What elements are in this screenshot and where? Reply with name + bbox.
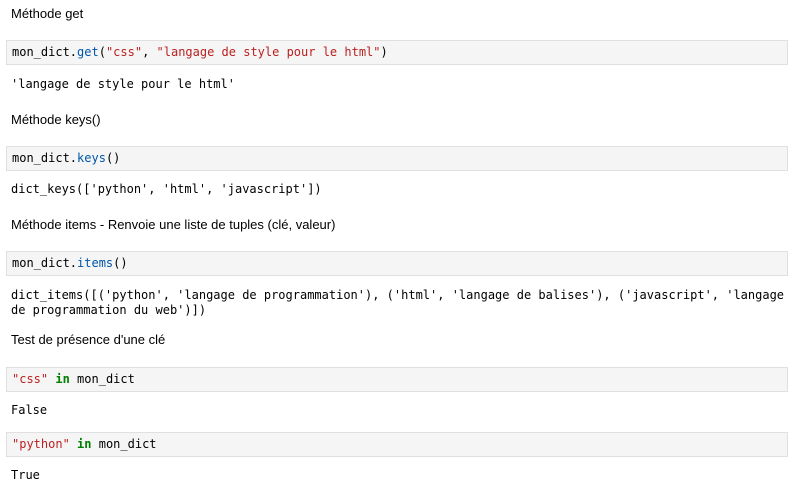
- code-line: mon_dict.get("css", "langage de style po…: [12, 45, 388, 60]
- code-keyword: in: [55, 372, 70, 386]
- code-arg-default: "langage de style pour le html": [156, 45, 381, 59]
- output-items: dict_items([('python', 'langage de progr…: [11, 288, 792, 317]
- code-paren-close: ): [380, 45, 388, 59]
- code-obj: mon_dict: [12, 151, 70, 165]
- code-method: items: [77, 256, 114, 270]
- code-cell-python-in[interactable]: "python" in mon_dict: [6, 432, 788, 457]
- code-cell-items[interactable]: mon_dict.items(): [6, 251, 788, 276]
- code-method: keys: [77, 151, 106, 165]
- code-keyword: in: [77, 437, 92, 451]
- code-obj: mon_dict: [12, 45, 70, 59]
- code-obj: mon_dict: [12, 256, 70, 270]
- code-dot: .: [69, 151, 78, 165]
- code-cell-keys[interactable]: mon_dict.keys(): [6, 146, 788, 171]
- code-parens: (): [105, 151, 121, 165]
- heading-keys: Méthode keys(): [11, 112, 101, 127]
- code-line: mon_dict.keys(): [12, 151, 120, 166]
- heading-get: Méthode get: [11, 6, 84, 21]
- code-parens: (): [113, 256, 128, 270]
- code-str: "python": [12, 437, 70, 451]
- output-get: 'langage de style pour le html': [11, 77, 235, 91]
- code-arg-key: "css": [105, 45, 143, 59]
- code-obj: mon_dict: [77, 372, 135, 386]
- output-keys: dict_keys(['python', 'html', 'javascript…: [11, 182, 322, 196]
- code-obj: mon_dict: [98, 437, 157, 451]
- output-css-in: False: [11, 403, 48, 417]
- code-str: "css": [12, 372, 49, 386]
- heading-presence: Test de présence d'une clé: [11, 332, 166, 347]
- code-cell-css-in[interactable]: "css" in mon_dict: [6, 367, 788, 392]
- code-paren-open: (: [98, 45, 106, 59]
- heading-items: Méthode items - Renvoie une liste de tup…: [11, 217, 336, 232]
- code-method: get: [77, 45, 99, 59]
- code-line: "css" in mon_dict: [12, 372, 135, 387]
- output-python-in: True: [11, 468, 40, 482]
- code-cell-get[interactable]: mon_dict.get("css", "langage de style po…: [6, 40, 788, 65]
- code-dot: .: [69, 45, 78, 59]
- code-sep: ,: [142, 45, 157, 59]
- code-line: "python" in mon_dict: [12, 437, 157, 452]
- code-line: mon_dict.items(): [12, 256, 128, 271]
- code-dot: .: [69, 256, 78, 270]
